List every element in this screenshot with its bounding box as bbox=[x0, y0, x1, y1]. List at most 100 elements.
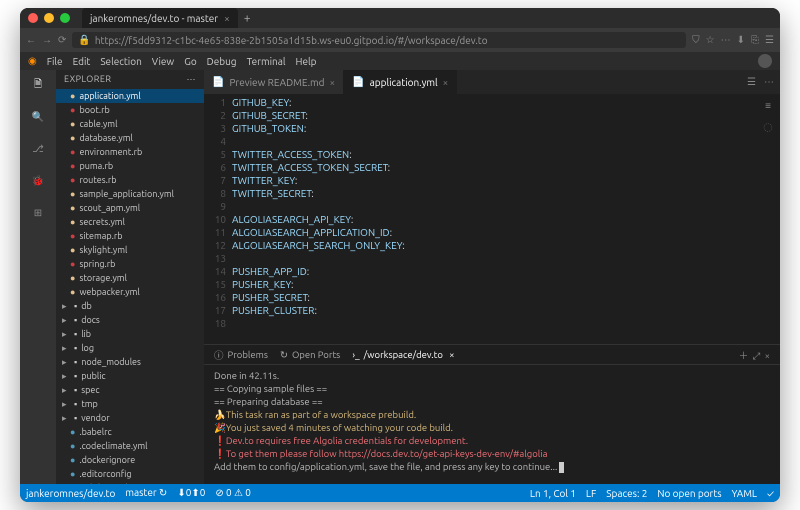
url-field[interactable]: 🔒 https://f5dd9312-c1bc-4e65-838e-2b1505… bbox=[72, 32, 686, 48]
status-item[interactable]: Ln 1, Col 1 bbox=[530, 488, 576, 499]
menu-debug[interactable]: Debug bbox=[207, 56, 237, 67]
folder-item[interactable]: ▸▪lib bbox=[56, 327, 204, 341]
status-item[interactable]: master ↻ bbox=[125, 487, 167, 499]
gitpod-logo[interactable]: ◉ bbox=[28, 55, 37, 67]
star-icon[interactable]: ☆ bbox=[706, 34, 715, 46]
folder-item[interactable]: ▸▪public bbox=[56, 369, 204, 383]
folder-icon: ▪ bbox=[74, 341, 77, 355]
shield-icon[interactable]: ⛉ bbox=[692, 34, 700, 46]
file-item[interactable]: ●secrets.yml bbox=[56, 215, 204, 229]
panel-close-icon[interactable]: × bbox=[765, 350, 770, 361]
menu-help[interactable]: Help bbox=[295, 56, 316, 67]
reload-button[interactable]: ⟳ bbox=[58, 34, 66, 46]
file-item[interactable]: ●application.yml bbox=[56, 89, 204, 103]
file-item[interactable]: ●boot.rb bbox=[56, 103, 204, 117]
more-actions-icon[interactable]: ⋯ bbox=[764, 76, 774, 88]
status-item[interactable]: Spaces: 2 bbox=[606, 488, 647, 499]
editor-tab[interactable]: 📄application.yml× bbox=[344, 70, 457, 94]
status-item[interactable]: LF bbox=[586, 488, 596, 499]
folder-item[interactable]: ▸▪spec bbox=[56, 383, 204, 397]
forward-button[interactable]: → bbox=[42, 34, 52, 46]
file-item[interactable]: ●database.yml bbox=[56, 131, 204, 145]
status-item[interactable]: ⊘ 0 ⚠ 0 bbox=[215, 487, 251, 499]
menu-terminal[interactable]: Terminal bbox=[247, 56, 286, 67]
folder-item[interactable]: ▸▪db bbox=[56, 299, 204, 313]
folder-item[interactable]: ▸▪docs bbox=[56, 313, 204, 327]
menu-selection[interactable]: Selection bbox=[100, 56, 141, 67]
file-item[interactable]: ●environment.rb bbox=[56, 145, 204, 159]
browser-tab[interactable]: jankeromnes/dev.to - master × bbox=[82, 8, 238, 28]
file-icon: ● bbox=[70, 243, 75, 257]
file-label: secrets.yml bbox=[79, 215, 125, 229]
file-item[interactable]: ●spring.rb bbox=[56, 257, 204, 271]
file-label: .editorconfig bbox=[79, 467, 131, 481]
file-icon: ● bbox=[70, 285, 75, 299]
status-item[interactable]: ✓ bbox=[767, 488, 774, 499]
menu-edit[interactable]: Edit bbox=[73, 56, 91, 67]
file-item[interactable]: ●routes.rb bbox=[56, 173, 204, 187]
back-button[interactable]: ← bbox=[26, 34, 36, 46]
download-icon[interactable]: ⬇ bbox=[737, 34, 745, 46]
file-item[interactable]: ●.babelrc bbox=[56, 425, 204, 439]
close-tab-icon[interactable]: × bbox=[224, 13, 230, 24]
file-icon: ● bbox=[70, 159, 75, 173]
extensions-view-icon[interactable]: ⊞ bbox=[29, 204, 47, 222]
status-item[interactable]: No open ports bbox=[657, 488, 721, 499]
file-item[interactable]: ●webpacker.yml bbox=[56, 285, 204, 299]
search-icon[interactable]: 🔍 bbox=[29, 108, 47, 126]
explorer-icon[interactable]: 🗎 bbox=[29, 76, 47, 94]
minimize-window-button[interactable] bbox=[44, 13, 54, 23]
file-icon: ● bbox=[70, 145, 75, 159]
open-ports-tab[interactable]: ↻ Open Ports bbox=[280, 349, 340, 361]
folder-item[interactable]: ▸▪node_modules bbox=[56, 355, 204, 369]
file-item[interactable]: ●sitemap.rb bbox=[56, 229, 204, 243]
close-tab-icon[interactable]: × bbox=[443, 77, 449, 88]
code-editor[interactable]: 123456789101112131415161718 GITHUB_KEY:G… bbox=[204, 94, 780, 344]
library-icon[interactable]: ⎘ bbox=[751, 34, 759, 46]
file-item[interactable]: ●.dockerignore bbox=[56, 453, 204, 467]
menu-go[interactable]: Go bbox=[184, 56, 196, 67]
file-item[interactable]: ●cable.yml bbox=[56, 117, 204, 131]
toggle-panel-icon[interactable]: ☰ bbox=[747, 76, 756, 88]
problems-tab[interactable]: ⓘ Problems bbox=[214, 348, 268, 362]
menu-file[interactable]: File bbox=[47, 56, 63, 67]
file-item[interactable]: ●sample_application.yml bbox=[56, 187, 204, 201]
folder-item[interactable]: ▸▪tmp bbox=[56, 397, 204, 411]
panel-plus-icon[interactable]: ＋ bbox=[739, 350, 749, 361]
extensions-icon[interactable]: ⋯ bbox=[721, 34, 731, 46]
file-item[interactable]: ●.editorconfig bbox=[56, 467, 204, 481]
close-tab-icon[interactable]: × bbox=[330, 77, 336, 88]
status-bar: jankeromnes/dev.to master ↻ ⬇0⬆0 ⊘ 0 ⚠ 0 Ln… bbox=[20, 484, 780, 502]
menu-icon[interactable]: ☰ bbox=[765, 34, 774, 46]
outline-icon[interactable]: ≡ bbox=[765, 100, 771, 112]
menu-view[interactable]: View bbox=[152, 56, 174, 67]
maximize-window-button[interactable] bbox=[60, 13, 70, 23]
file-item[interactable]: ●storage.yml bbox=[56, 271, 204, 285]
close-window-button[interactable] bbox=[28, 13, 38, 23]
debug-icon[interactable]: 🐞 bbox=[29, 172, 47, 190]
git-icon[interactable]: ⎇ bbox=[29, 140, 47, 158]
file-icon: ● bbox=[70, 131, 75, 145]
explorer-more-icon[interactable]: ⋯ bbox=[187, 74, 197, 85]
terminal-output[interactable]: Done in 42.11s.== Copying sample files =… bbox=[204, 365, 780, 484]
terminal-tab[interactable]: ›_ /workspace/dev.to × bbox=[352, 349, 454, 360]
panel-max-icon[interactable]: ⤢ bbox=[753, 350, 761, 361]
folder-item[interactable]: ▸▪vendor bbox=[56, 411, 204, 425]
file-label: skylight.yml bbox=[79, 243, 127, 257]
file-item[interactable]: ●.codeclimate.yml bbox=[56, 439, 204, 453]
chevron-right-icon: ▸ bbox=[62, 313, 70, 327]
file-item[interactable]: ●scout_apm.yml bbox=[56, 201, 204, 215]
line-gutter: 123456789101112131415161718 bbox=[204, 94, 232, 344]
folder-item[interactable]: ▸▪log bbox=[56, 341, 204, 355]
editor-tab[interactable]: 📄Preview README.md× bbox=[204, 70, 344, 94]
github-icon[interactable]: ◌ bbox=[764, 122, 772, 133]
file-item[interactable]: ●puma.rb bbox=[56, 159, 204, 173]
status-item[interactable]: jankeromnes/dev.to bbox=[26, 488, 115, 499]
status-item[interactable]: YAML bbox=[732, 488, 757, 499]
file-item[interactable]: ● skylight.yml bbox=[56, 243, 204, 257]
status-item[interactable]: ⬇0⬆0 bbox=[177, 487, 205, 499]
new-tab-button[interactable]: + bbox=[244, 12, 251, 25]
chevron-right-icon: ▸ bbox=[62, 327, 70, 341]
file-label: application.yml bbox=[79, 89, 140, 103]
avatar[interactable] bbox=[758, 54, 772, 68]
